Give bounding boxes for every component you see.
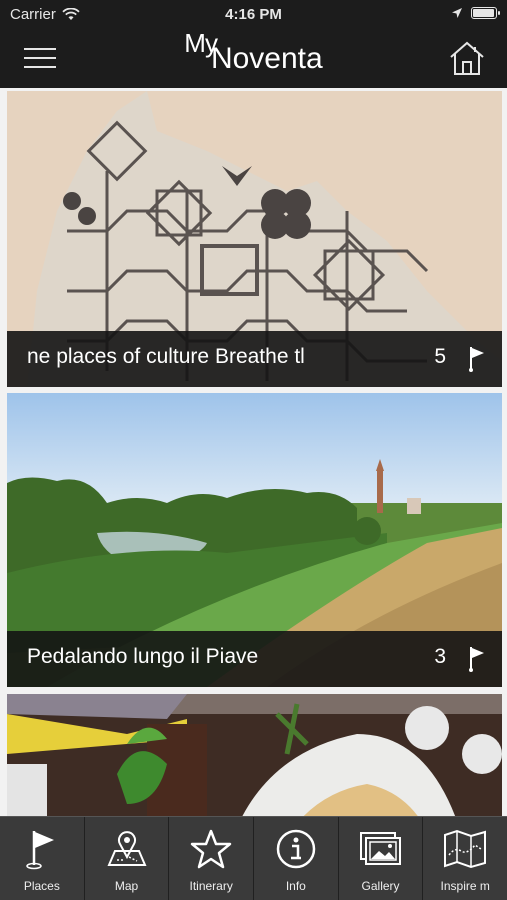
tab-itinerary[interactable]: Itinerary [169, 817, 255, 900]
place-card-piave[interactable]: Pedalando lungo il Piave 3 [7, 393, 502, 687]
star-icon [190, 829, 232, 869]
tab-label: Itinerary [189, 879, 233, 893]
tab-places[interactable]: Places [0, 817, 85, 900]
battery-icon [471, 7, 500, 19]
place-card-culture[interactable]: ne places of culture Breathe tl 5 [7, 91, 502, 387]
card-caption: Pedalando lungo il Piave 3 [7, 631, 502, 687]
map-pin-icon [106, 831, 147, 866]
flag-icon [26, 831, 54, 870]
logo-noventa: Noventa [210, 42, 323, 75]
food-image [7, 694, 502, 816]
card-title: Pedalando lungo il Piave [27, 645, 259, 668]
flag-icon [469, 647, 484, 672]
app-logo: MyNoventa [0, 28, 507, 84]
flag-icon [469, 347, 484, 372]
card-caption: ne places of culture Breathe tl 5 [7, 331, 502, 387]
tab-label: Map [114, 879, 139, 893]
nav-bar: MyNoventa [0, 28, 507, 88]
tab-map[interactable]: Map [85, 817, 170, 900]
tab-inspire[interactable]: Inspire m [423, 817, 507, 900]
folded-map-icon [444, 829, 487, 869]
clock: 4:16 PM [225, 6, 282, 23]
info-icon [276, 829, 316, 869]
place-card-food[interactable] [7, 694, 502, 816]
location-arrow-icon [452, 8, 462, 18]
tab-gallery[interactable]: Gallery [339, 817, 424, 900]
tab-label: Inspire m [440, 879, 490, 893]
places-list[interactable]: ne places of culture Breathe tl 5 Pedala… [0, 88, 507, 816]
tab-label: Places [23, 879, 60, 893]
gallery-icon [359, 832, 401, 865]
card-count: 3 [434, 645, 446, 668]
tab-info[interactable]: Info [254, 817, 339, 900]
home-icon[interactable] [447, 38, 487, 78]
card-title: ne places of culture Breathe tl [27, 345, 305, 368]
card-count: 5 [434, 345, 446, 368]
tab-label: Info [285, 879, 306, 893]
tab-label: Gallery [361, 879, 400, 893]
status-bar: Carrier 4:16 PM [0, 0, 507, 30]
tab-bar: Places Map Itinerary Info Gallery Inspir… [0, 816, 507, 900]
